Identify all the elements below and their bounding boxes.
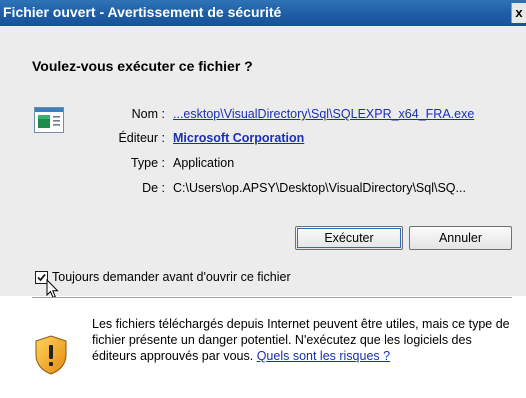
always-ask-label[interactable]: Toujours demander avant d'ouvrir ce fich…	[52, 270, 291, 284]
close-button[interactable]: x	[511, 3, 526, 23]
publisher-label: Éditeur :	[118, 131, 165, 145]
dialog-question: Voulez-vous exécuter ce fichier ?	[32, 58, 253, 74]
from-value: C:\Users\op.APSY\Desktop\VisualDirectory…	[173, 181, 466, 195]
from-label: De :	[142, 181, 165, 195]
name-label: Nom :	[131, 107, 165, 121]
type-value: Application	[173, 156, 235, 170]
shield-warning-icon	[35, 335, 67, 375]
window-title: Fichier ouvert - Avertissement de sécuri…	[3, 4, 282, 20]
risks-link[interactable]: Quels sont les risques ?	[257, 349, 390, 363]
title-bar: Fichier ouvert - Avertissement de sécuri…	[0, 0, 526, 26]
separator-highlight	[32, 298, 512, 299]
publisher-link[interactable]: Microsoft Corporation	[173, 131, 304, 145]
cancel-button[interactable]: Annuler	[409, 226, 512, 250]
security-warning-text: Les fichiers téléchargés depuis Internet…	[92, 316, 512, 364]
run-button[interactable]: Exécuter	[295, 226, 403, 250]
type-label: Type :	[130, 156, 165, 170]
file-name-link[interactable]: ...esktop\VisualDirectory\Sql\SQLEXPR_x6…	[173, 107, 474, 121]
